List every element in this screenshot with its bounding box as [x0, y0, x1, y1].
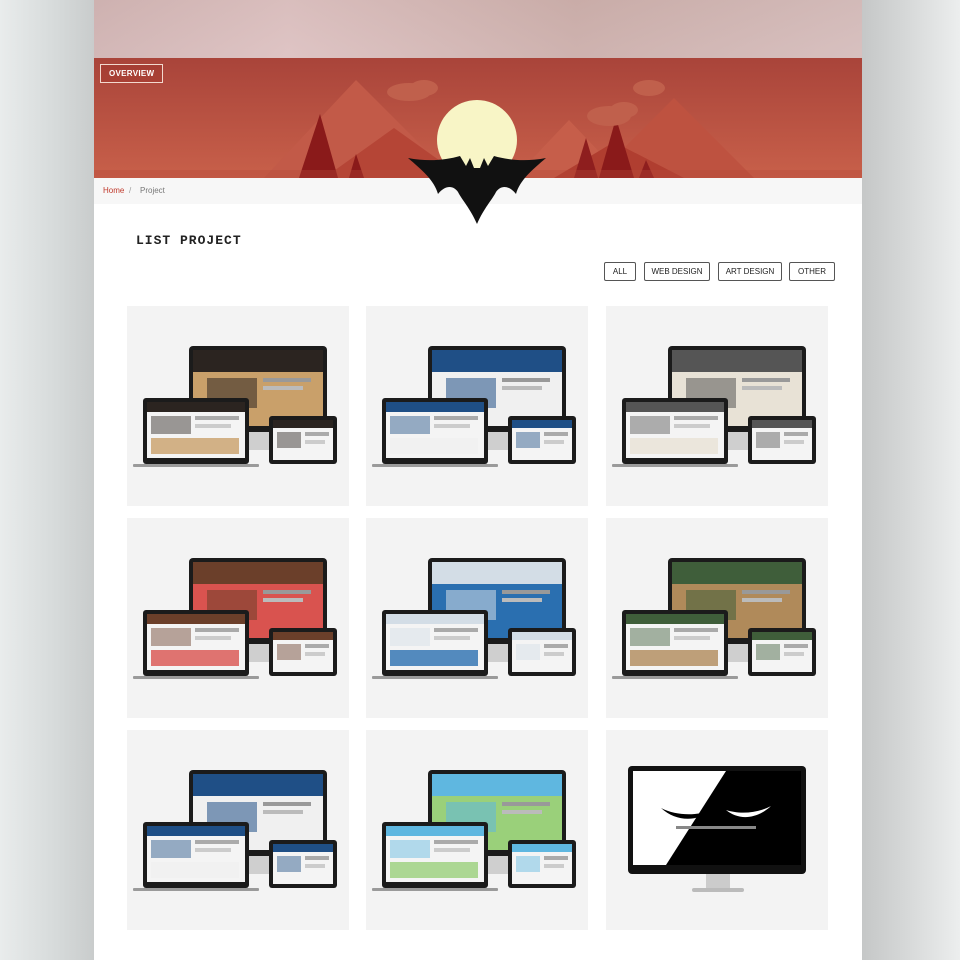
project-card[interactable] [127, 306, 349, 506]
project-card[interactable] [127, 730, 349, 930]
blurred-right-backdrop [862, 0, 960, 960]
filter-other-button[interactable]: OTHER [789, 262, 835, 281]
project-card[interactable] [127, 518, 349, 718]
project-card[interactable] [366, 730, 588, 930]
monitor-mockup-image [628, 766, 806, 892]
project-card[interactable] [606, 306, 828, 506]
breadcrumb-home-link[interactable]: Home [103, 186, 124, 195]
project-card[interactable] [606, 730, 828, 930]
filter-web-design-button[interactable]: WEB DESIGN [644, 262, 710, 281]
blurred-top-backdrop [0, 0, 960, 60]
breadcrumb-current: Project [140, 186, 165, 195]
responsive-devices-mockup-image [372, 346, 576, 467]
overview-button[interactable]: OVERVIEW [100, 64, 164, 83]
responsive-devices-mockup-image [133, 770, 337, 891]
breadcrumb-separator: / [129, 186, 132, 195]
filter-art-design-button[interactable]: ART DESIGN [718, 262, 782, 281]
responsive-devices-mockup-image [372, 770, 576, 891]
responsive-devices-mockup-image [372, 558, 576, 679]
filter-all-button[interactable]: ALL [604, 262, 636, 281]
responsive-devices-mockup-image [133, 346, 337, 467]
bat-logo-icon [408, 156, 546, 224]
responsive-devices-mockup-image [612, 558, 816, 679]
page-container: OVERVIEW Home / Project LIST PROJECT ALL… [94, 58, 862, 960]
project-card[interactable] [366, 518, 588, 718]
responsive-devices-mockup-image [612, 346, 816, 467]
page-title: LIST PROJECT [136, 233, 242, 248]
responsive-devices-mockup-image [133, 558, 337, 679]
project-card[interactable] [366, 306, 588, 506]
blurred-left-backdrop [0, 0, 94, 960]
project-card[interactable] [606, 518, 828, 718]
